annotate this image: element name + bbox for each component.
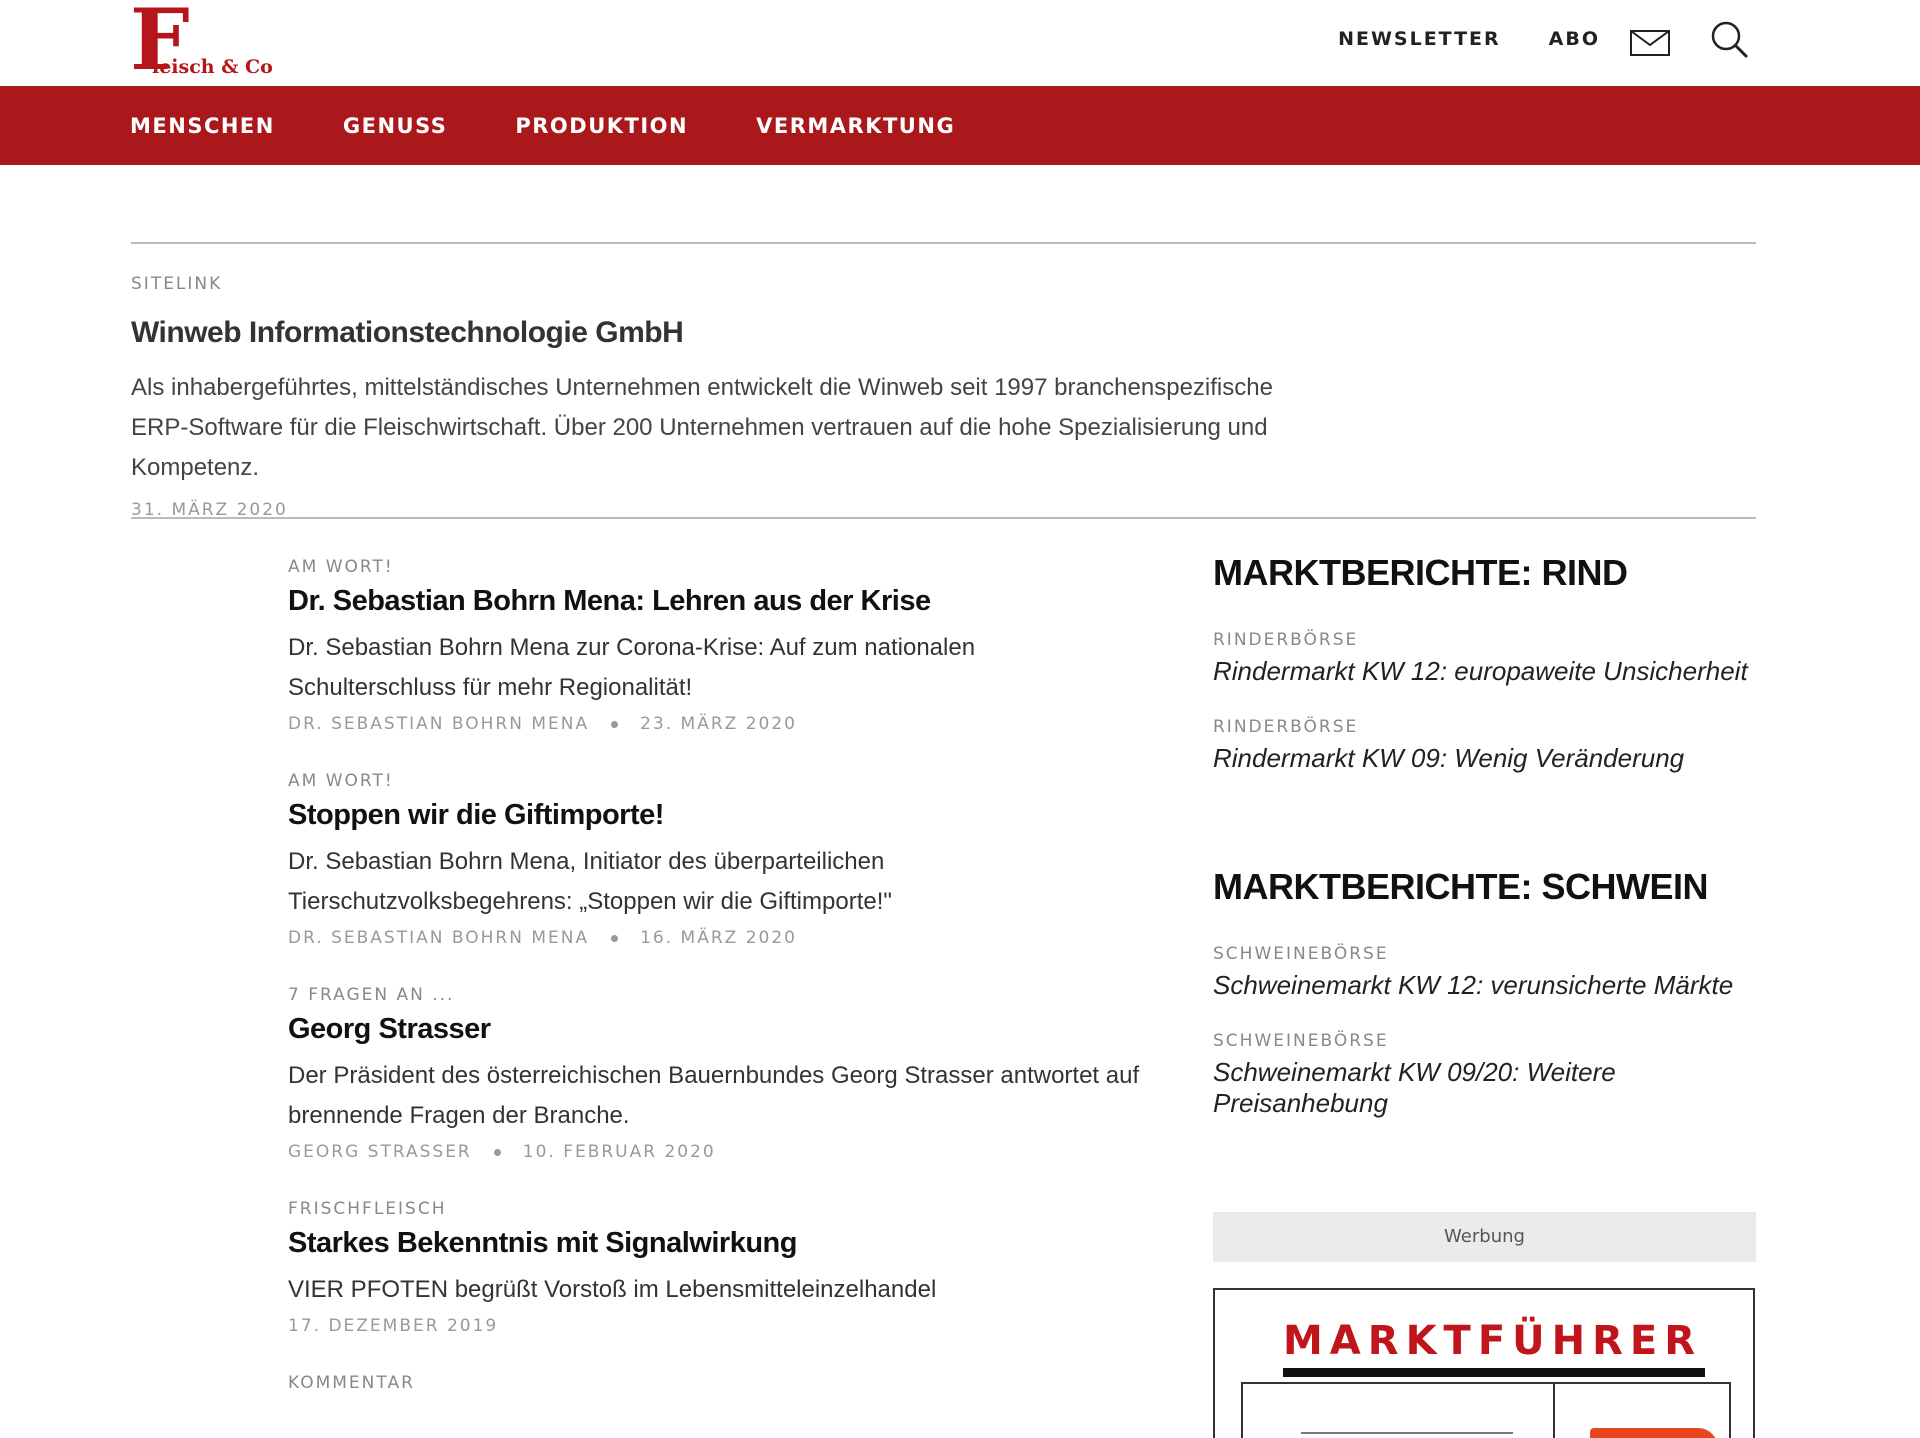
ad-red-shape — [1590, 1428, 1718, 1438]
rind-list: RINDERBÖRSE Rindermarkt KW 12: europawei… — [1213, 630, 1756, 774]
separator-dot — [611, 720, 619, 728]
article-kicker[interactable]: AM WORT! — [288, 557, 1148, 577]
top-links: NEWSLETTER ABO — [1338, 28, 1600, 50]
separator-dot — [493, 1148, 501, 1156]
article-author[interactable]: DR. SEBASTIAN BOHRN MENA — [288, 714, 589, 734]
list-item: FRISCHFLEISCH Starkes Bekenntnis mit Sig… — [288, 1199, 1148, 1336]
article-list: AM WORT! Dr. Sebastian Bohrn Mena: Lehre… — [288, 557, 1148, 1430]
list-item: SCHWEINEBÖRSE Schweinemarkt KW 12: verun… — [1213, 944, 1756, 1001]
article-teaser: Der Präsident des österreichischen Bauer… — [288, 1062, 1140, 1129]
sitelink-kicker: SITELINK — [131, 274, 223, 294]
main-nav-bar: MENSCHEN GENUSS PRODUKTION VERMARKTUNG — [0, 86, 1920, 165]
top-header: F leisch & Co NEWSLETTER ABO — [0, 0, 1920, 86]
section-heading-schwein: MARKTBERICHTE: SCHWEIN — [1213, 866, 1708, 907]
article-meta: DR. SEBASTIAN BOHRN MENA 16. MÄRZ 2020 — [288, 928, 1148, 948]
article-date: 17. DEZEMBER 2019 — [288, 1316, 499, 1336]
ad-banner[interactable]: MARKTFÜHRER — [1213, 1288, 1755, 1438]
nav-item-vermarktung[interactable]: VERMARKTUNG — [756, 114, 955, 138]
list-item: AM WORT! Stoppen wir die Giftimporte! Dr… — [288, 771, 1148, 948]
article-author[interactable]: DR. SEBASTIAN BOHRN MENA — [288, 928, 589, 948]
sitelink-title[interactable]: Winweb Informationstechnologie GmbH — [131, 316, 1431, 350]
ad-label: Werbung — [1213, 1212, 1756, 1262]
article-meta: DR. SEBASTIAN BOHRN MENA 23. MÄRZ 2020 — [288, 714, 1148, 734]
article-kicker[interactable]: FRISCHFLEISCH — [288, 1199, 1148, 1219]
article-teaser: Dr. Sebastian Bohrn Mena zur Corona-Kris… — [288, 634, 976, 701]
article-kicker[interactable]: AM WORT! — [288, 771, 1148, 791]
article-teaser: VIER PFOTEN begrüßt Vorstoß im Lebensmit… — [288, 1276, 937, 1303]
article-date: 10. FEBRUAR 2020 — [522, 1142, 716, 1162]
list-item: RINDERBÖRSE Rindermarkt KW 12: europawei… — [1213, 630, 1756, 687]
report-kicker[interactable]: SCHWEINEBÖRSE — [1213, 1031, 1756, 1051]
report-kicker[interactable]: SCHWEINEBÖRSE — [1213, 944, 1756, 964]
sidebar: MARKTBERICHTE: RIND RINDERBÖRSE Rinderma… — [1213, 552, 1756, 1149]
schwein-list: SCHWEINEBÖRSE Schweinemarkt KW 12: verun… — [1213, 944, 1756, 1119]
divider-top — [131, 242, 1756, 244]
search-icon[interactable] — [1710, 20, 1750, 60]
article-author[interactable]: GEORG STRASSER — [288, 1142, 472, 1162]
article-kicker[interactable]: KOMMENTAR — [288, 1373, 1148, 1393]
list-item: 7 FRAGEN AN ... Georg Strasser Der Präsi… — [288, 985, 1148, 1162]
report-link[interactable]: Rindermarkt KW 09: Wenig Veränderung — [1213, 743, 1756, 774]
sitelink-block: SITELINK Winweb Informationstechnologie … — [131, 274, 1431, 520]
list-item: AM WORT! Dr. Sebastian Bohrn Mena: Lehre… — [288, 557, 1148, 734]
list-item: RINDERBÖRSE Rindermarkt KW 09: Wenig Ver… — [1213, 717, 1756, 774]
report-link[interactable]: Schweinemarkt KW 09/20: Weitere Preisanh… — [1213, 1057, 1756, 1119]
ad-frame-divider — [1553, 1382, 1555, 1438]
ad-title: MARKTFÜHRER — [1283, 1318, 1703, 1364]
divider-bottom — [131, 517, 1756, 519]
article-title[interactable]: Dr. Sebastian Bohrn Mena: Lehren aus der… — [288, 585, 1148, 618]
section-heading-rind: MARKTBERICHTE: RIND — [1213, 552, 1628, 593]
sitelink-text: Als inhabergeführtes, mittelständisches … — [131, 374, 1273, 481]
list-item: KOMMENTAR — [288, 1373, 1148, 1393]
report-kicker[interactable]: RINDERBÖRSE — [1213, 717, 1756, 737]
article-title[interactable]: Starkes Bekenntnis mit Signalwirkung — [288, 1227, 1148, 1260]
report-link[interactable]: Schweinemarkt KW 12: verunsicherte Märkt… — [1213, 970, 1756, 1001]
abo-link[interactable]: ABO — [1549, 28, 1600, 50]
site-logo[interactable]: F leisch & Co — [130, 0, 273, 82]
nav-item-genuss[interactable]: GENUSS — [343, 114, 448, 138]
ad-underline — [1283, 1368, 1705, 1377]
article-title[interactable]: Georg Strasser — [288, 1013, 1148, 1046]
main-nav: MENSCHEN GENUSS PRODUKTION VERMARKTUNG — [130, 86, 955, 165]
article-meta: 17. DEZEMBER 2019 — [288, 1316, 1148, 1336]
newsletter-link[interactable]: NEWSLETTER — [1338, 28, 1501, 50]
report-link[interactable]: Rindermarkt KW 12: europaweite Unsicherh… — [1213, 656, 1756, 687]
report-kicker[interactable]: RINDERBÖRSE — [1213, 630, 1756, 650]
article-date: 16. MÄRZ 2020 — [640, 928, 797, 948]
nav-item-produktion[interactable]: PRODUKTION — [515, 114, 688, 138]
article-kicker[interactable]: 7 FRAGEN AN ... — [288, 985, 1148, 1005]
nav-item-menschen[interactable]: MENSCHEN — [130, 114, 275, 138]
article-teaser: Dr. Sebastian Bohrn Mena, Initiator des … — [288, 848, 892, 915]
logo-text: leisch & Co — [152, 56, 273, 78]
article-date: 23. MÄRZ 2020 — [640, 714, 797, 734]
article-meta: GEORG STRASSER 10. FEBRUAR 2020 — [288, 1142, 1148, 1162]
article-title[interactable]: Stoppen wir die Giftimporte! — [288, 799, 1148, 832]
ad-line — [1301, 1432, 1513, 1434]
separator-dot — [611, 934, 619, 942]
mail-icon[interactable] — [1630, 30, 1670, 56]
list-item: SCHWEINEBÖRSE Schweinemarkt KW 09/20: We… — [1213, 1031, 1756, 1119]
